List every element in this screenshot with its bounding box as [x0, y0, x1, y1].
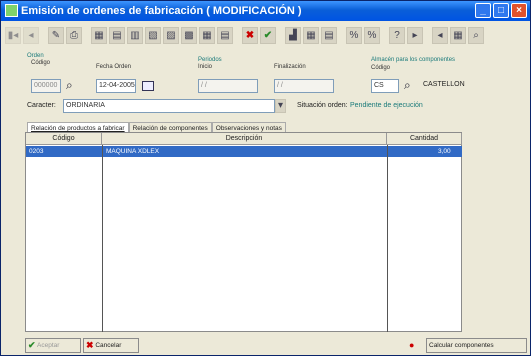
- cell-cantidad: 3,00: [438, 148, 451, 155]
- toolbar-print-icon[interactable]: ⎙: [66, 26, 82, 44]
- title-bar: Emisión de ordenes de fabricación ( MODI…: [1, 1, 530, 21]
- caracter-label: Caracter:: [27, 102, 56, 109]
- aceptar-button[interactable]: ✔ Aceptar: [25, 338, 81, 353]
- column-divider: [387, 145, 388, 332]
- toolbar-prev-record-icon[interactable]: ◂: [23, 26, 39, 44]
- almacen-nombre: CASTELLON: [423, 81, 465, 88]
- toolbar-table-b-icon[interactable]: ▤: [321, 26, 337, 44]
- toolbar-grid-i-icon[interactable]: ▦: [450, 26, 466, 44]
- toolbar-delete-icon[interactable]: ✖: [242, 26, 258, 44]
- toolbar-first-record-icon[interactable]: ▮◂: [5, 26, 21, 44]
- inicio-label: Inicio: [198, 64, 213, 70]
- almacen-group-label: Almacén para los componentes: [371, 57, 456, 63]
- almacen-search-icon[interactable]: ⌕: [404, 78, 411, 93]
- toolbar-grid-e-icon[interactable]: ▨: [163, 26, 179, 44]
- close-button[interactable]: ×: [511, 3, 527, 18]
- window: Emisión de ordenes de fabricación ( MODI…: [0, 0, 531, 356]
- window-controls: _ □ ×: [475, 3, 527, 18]
- situacion-label: Situación orden:: [297, 102, 348, 109]
- toolbar: ▮◂ ◂ ✎ ⎙ ▦ ▤ ▥ ▧ ▨ ▩ ▦ ▤ ✖ ✔ ▟ ▦ ▤%%? ▸ ◂ ▦ ⌕: [3, 23, 528, 47]
- toolbar-help-icon[interactable]: ?: [389, 26, 405, 44]
- fecha-orden-label: Fecha Orden: [96, 64, 132, 70]
- minimize-button[interactable]: _: [475, 3, 491, 18]
- cancelar-label: Cancelar: [95, 342, 122, 350]
- orden-group-label: Orden: [27, 53, 44, 59]
- toolbar-calc-a-icon[interactable]: %: [346, 26, 362, 44]
- finalizacion-field[interactable]: / /: [274, 79, 334, 93]
- toolbar-nav-a-icon[interactable]: ▸: [407, 26, 423, 44]
- toolbar-search-icon[interactable]: ⌕: [468, 26, 484, 44]
- cancel-icon: ✖: [86, 340, 94, 350]
- toolbar-grid-f-icon[interactable]: ▩: [181, 26, 197, 44]
- header-descripcion[interactable]: Descripción: [102, 133, 387, 145]
- toolbar-grid-a-icon[interactable]: ▦: [91, 26, 107, 44]
- products-grid: Código Descripción Cantidad 0203 MAQUINA…: [25, 132, 462, 332]
- situacion-value: Pendiente de ejecución: [350, 102, 423, 109]
- calendar-icon[interactable]: [142, 81, 154, 91]
- caracter-select[interactable]: ORDINARIA: [63, 99, 275, 113]
- toolbar-chart-icon[interactable]: ▟: [285, 26, 301, 44]
- header-codigo[interactable]: Código: [26, 133, 102, 145]
- toolbar-grid-d-icon[interactable]: ▧: [145, 26, 161, 44]
- cell-codigo: 0203: [29, 148, 44, 155]
- periodos-group-label: Periodos: [198, 57, 222, 63]
- calcular-componentes-button[interactable]: Calcular componentes: [426, 338, 527, 353]
- toolbar-grid-g-icon[interactable]: ▦: [199, 26, 215, 44]
- calcular-icon[interactable]: ●: [409, 340, 414, 350]
- toolbar-grid-h-icon[interactable]: ▤: [217, 26, 233, 44]
- toolbar-confirm-icon[interactable]: ✔: [260, 26, 276, 44]
- cancelar-button[interactable]: ✖ Cancelar: [83, 338, 139, 353]
- side-panel: [464, 132, 528, 332]
- toolbar-table-a-icon[interactable]: ▦: [303, 26, 319, 44]
- aceptar-label: Aceptar: [37, 342, 60, 350]
- almacen-codigo-label: Código: [371, 65, 391, 71]
- finalizacion-label: Finalización: [274, 64, 306, 70]
- column-divider: [102, 145, 103, 332]
- toolbar-grid-b-icon[interactable]: ▤: [109, 26, 125, 44]
- orden-search-icon[interactable]: ⌕: [66, 78, 73, 93]
- app-icon: [5, 4, 18, 17]
- cell-descripcion: MAQUINA XDLEX: [106, 148, 160, 155]
- inicio-field[interactable]: / /: [198, 79, 258, 93]
- toolbar-calc-b-icon[interactable]: %: [364, 26, 380, 44]
- table-row[interactable]: 0203 MAQUINA XDLEX 3,00: [26, 146, 462, 157]
- toolbar-nav-b-icon[interactable]: ◂: [432, 26, 448, 44]
- caracter-dropdown-icon[interactable]: ▾: [275, 99, 286, 113]
- maximize-button[interactable]: □: [493, 3, 509, 18]
- header-cantidad[interactable]: Cantidad: [387, 133, 462, 145]
- almacen-codigo-field[interactable]: CS: [371, 79, 399, 93]
- check-icon: ✔: [28, 340, 36, 350]
- fecha-orden-field[interactable]: 12-04-2005: [96, 79, 136, 93]
- window-title: Emisión de ordenes de fabricación ( MODI…: [21, 5, 302, 17]
- toolbar-grid-c-icon[interactable]: ▥: [127, 26, 143, 44]
- toolbar-edit-icon[interactable]: ✎: [48, 26, 64, 44]
- orden-codigo-field[interactable]: 000000: [31, 79, 61, 93]
- orden-codigo-label: Código: [31, 60, 51, 66]
